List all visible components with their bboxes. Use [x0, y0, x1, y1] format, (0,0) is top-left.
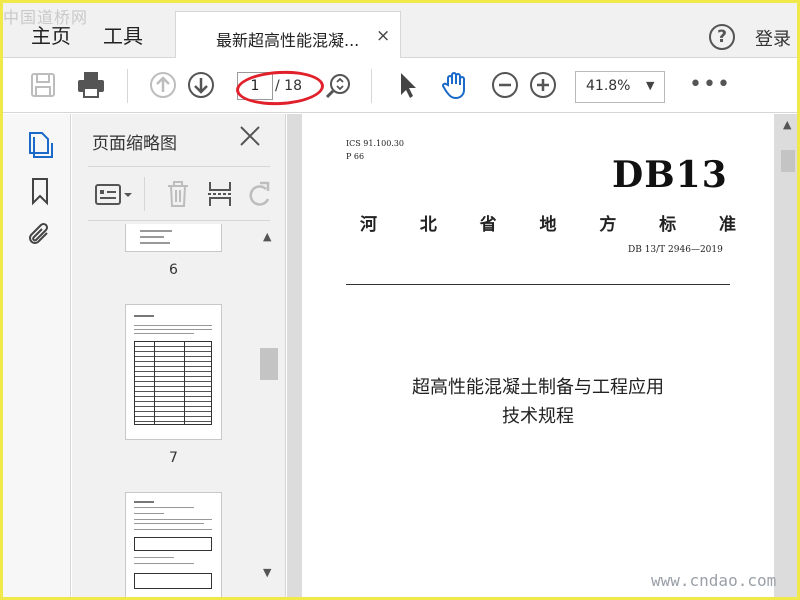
thumbnail-table — [134, 537, 212, 551]
thumbnail-text-line — [134, 333, 194, 334]
close-tab-icon[interactable]: × — [376, 26, 390, 46]
doc-p-code: P 66 — [346, 152, 365, 161]
hand-tool-icon[interactable] — [439, 69, 471, 101]
scroll-down-icon[interactable]: ▼ — [263, 566, 271, 579]
thumbnail-table — [134, 573, 212, 589]
doc-province-char: 省 — [479, 215, 497, 235]
scroll-up-icon[interactable]: ▲ — [263, 230, 271, 243]
panel-toolbar — [88, 169, 270, 219]
panel-toolbar-separator — [144, 177, 145, 211]
page-thumbnail[interactable] — [125, 304, 222, 440]
print-icon[interactable] — [75, 69, 107, 101]
panel-scrollbar-thumb[interactable] — [260, 348, 278, 380]
thumbnail-text-line — [134, 501, 154, 503]
thumbnail-text-line — [134, 507, 194, 508]
app-window: 中国道桥网 主页 工具 最新超高性能混凝... × ? 登录 1 / 18 41… — [3, 3, 797, 597]
save-icon[interactable] — [27, 69, 59, 101]
scroll-up-icon[interactable]: ▲ — [783, 118, 791, 131]
toolbar-separator — [127, 69, 128, 103]
thumbnail-text-line — [140, 230, 172, 232]
attachment-icon[interactable] — [25, 220, 55, 250]
thumbnail-text-line — [134, 513, 164, 514]
thumbnail-label: 6 — [169, 262, 178, 278]
login-link[interactable]: 登录 — [755, 25, 791, 51]
thumbnail-table — [134, 341, 212, 425]
document-tab[interactable]: 最新超高性能混凝... × — [175, 11, 401, 58]
zoom-in-icon[interactable] — [527, 69, 559, 101]
page-thumbnail[interactable] — [125, 224, 222, 252]
doc-title-line-2: 技术规程 — [502, 406, 574, 427]
thumbnail-text-line — [134, 325, 212, 326]
thumbnail-text-line — [134, 315, 154, 317]
thumbnail-text-line — [140, 242, 170, 244]
thumbnail-table-column — [184, 341, 185, 425]
toolbar-separator — [371, 69, 372, 103]
doc-rule — [346, 284, 730, 285]
zoom-out-icon[interactable] — [489, 69, 521, 101]
close-icon[interactable] — [238, 124, 262, 148]
rotate-page-icon[interactable] — [246, 179, 270, 209]
more-icon[interactable]: ••• — [689, 72, 731, 97]
document-page: ICS 91.100.30 P 66 DB13 河 北 省 地 方 标 准 DB… — [302, 114, 774, 597]
bookmark-icon[interactable] — [25, 176, 55, 206]
thumbnail-label: 7 — [169, 450, 178, 466]
page-fit-icon[interactable] — [323, 69, 355, 101]
thumbnail-options-icon[interactable] — [94, 182, 134, 208]
panel-divider — [88, 166, 270, 167]
thumbnail-text-line — [134, 519, 212, 520]
zoom-select[interactable]: 41.8% ▼ — [575, 71, 665, 103]
nav-tools[interactable]: 工具 — [103, 20, 143, 49]
thumbnail-text-line — [134, 557, 174, 558]
document-tab-title: 最新超高性能混凝... — [216, 31, 360, 50]
main-toolbar: 1 / 18 41.8% ▼ ••• — [3, 59, 797, 113]
extract-page-icon[interactable] — [206, 179, 234, 209]
panel-title: 页面缩略图 — [92, 134, 177, 154]
navigation-rail — [3, 114, 71, 597]
page-up-icon[interactable] — [147, 69, 179, 101]
document-scrollbar-thumb[interactable] — [781, 150, 795, 172]
doc-province-char: 北 — [419, 215, 437, 235]
page-thumbnail[interactable] — [125, 492, 222, 597]
page-thumbnails-icon[interactable] — [25, 130, 55, 160]
chevron-down-icon: ▼ — [646, 79, 655, 92]
thumbnail-text-line — [140, 236, 164, 238]
thumbnail-text-line — [134, 523, 204, 524]
zoom-value: 41.8% — [586, 78, 631, 94]
doc-province-char: 准 — [718, 215, 736, 235]
thumbnail-text-line — [134, 563, 194, 564]
document-viewport: ICS 91.100.30 P 66 DB13 河 北 省 地 方 标 准 DB… — [287, 114, 797, 597]
thumbnail-panel: 页面缩略图 6 7 ▲ ▼ — [72, 114, 286, 597]
tab-bar: 中国道桥网 主页 工具 最新超高性能混凝... × ? 登录 — [3, 3, 797, 58]
nav-home[interactable]: 主页 — [31, 20, 71, 49]
doc-standard-number: DB 13/T 2946—2019 — [628, 245, 723, 255]
doc-standard-code: DB13 — [612, 154, 728, 196]
delete-page-icon[interactable] — [164, 179, 192, 209]
doc-province-heading: 河 北 省 地 方 标 准 — [360, 210, 736, 235]
select-cursor-icon[interactable] — [391, 69, 423, 101]
doc-province-char: 河 — [360, 215, 377, 235]
watermark-bottom: www.cndao.com — [651, 571, 777, 590]
page-down-icon[interactable] — [185, 69, 217, 101]
doc-province-char: 地 — [539, 215, 557, 235]
doc-title-line-1: 超高性能混凝土制备与工程应用 — [412, 377, 664, 398]
doc-province-char: 方 — [599, 215, 617, 235]
panel-divider — [88, 220, 270, 221]
thumbnail-text-line — [134, 329, 212, 330]
thumbnail-text-line — [134, 529, 212, 530]
help-icon[interactable]: ? — [709, 24, 735, 50]
doc-ics-code: ICS 91.100.30 — [346, 139, 405, 148]
thumbnail-table-column — [154, 341, 155, 425]
doc-province-char: 标 — [659, 215, 677, 235]
